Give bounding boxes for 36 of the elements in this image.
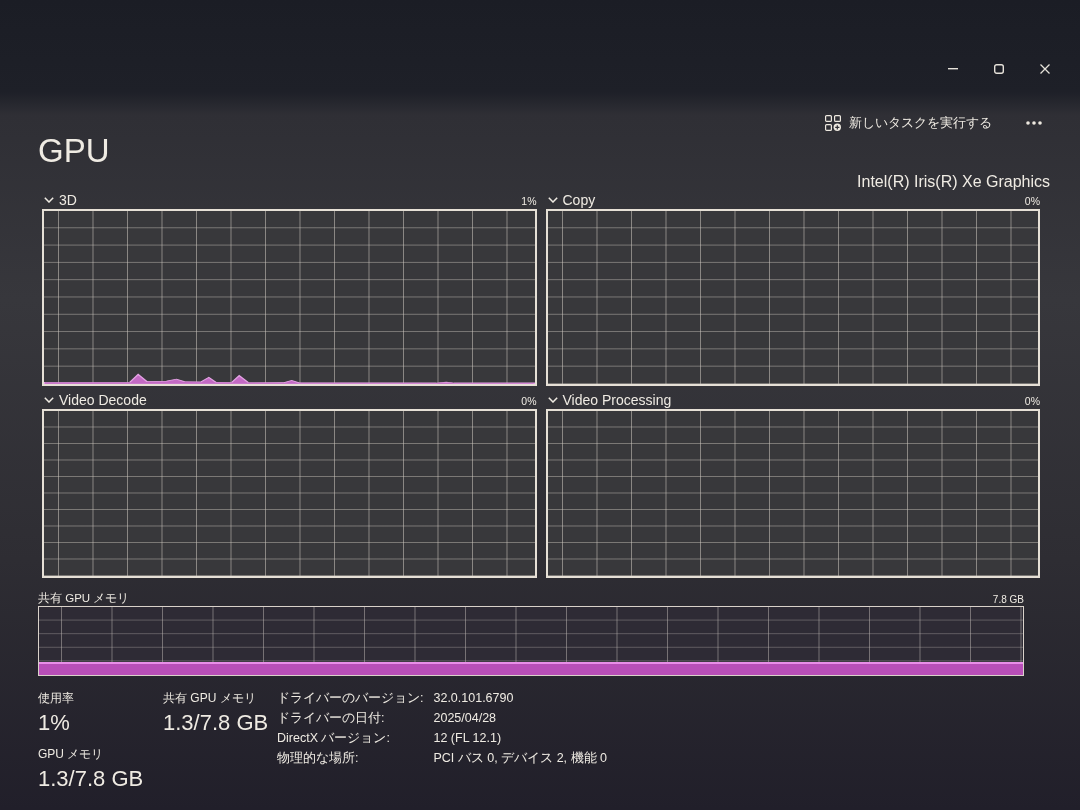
detail-value: 2025/04/28 bbox=[433, 710, 498, 726]
graph-max-label: 7.8 GB bbox=[992, 593, 1024, 606]
detail-value: 32.0.101.6790 bbox=[433, 690, 515, 706]
engine-reading: 0% bbox=[521, 394, 537, 409]
chevron-down-icon bbox=[44, 397, 54, 403]
engine-reading: 0% bbox=[1024, 394, 1040, 409]
stat-label: 共有 GPU メモリ bbox=[163, 690, 257, 706]
engine-dropdown[interactable]: Video Decode bbox=[42, 391, 149, 409]
engine-dropdown[interactable]: Copy bbox=[545, 191, 598, 209]
graph-label: 共有 GPU メモリ bbox=[38, 591, 130, 606]
detail-label: 物理的な場所: bbox=[277, 750, 360, 766]
detail-value: 12 (FL 12.1) bbox=[433, 730, 503, 746]
adapter-name: Intel(R) Iris(R) Xe Graphics bbox=[857, 172, 1050, 192]
stat-value: 1.3/7.8 GB bbox=[38, 765, 145, 792]
close-icon bbox=[1040, 64, 1050, 74]
maximize-icon bbox=[994, 64, 1004, 74]
engine-reading: 1% bbox=[521, 194, 537, 209]
detail-label: ドライバーの日付: bbox=[277, 710, 386, 726]
engine-reading: 0% bbox=[1024, 194, 1040, 209]
chevron-down-icon bbox=[547, 197, 558, 203]
run-task-button[interactable]: 新しいタスクを実行する bbox=[817, 108, 1000, 138]
engine-dropdown[interactable]: Video Processing bbox=[545, 391, 674, 409]
stat-value: 1% bbox=[38, 709, 71, 736]
detail-label: ドライバーのバージョン: bbox=[277, 690, 424, 706]
chevron-down-icon bbox=[547, 397, 558, 403]
engine-dropdown[interactable]: 3D bbox=[42, 191, 79, 209]
minimize-icon bbox=[948, 68, 958, 70]
page-title: GPU bbox=[38, 132, 110, 170]
grid-plus-icon bbox=[825, 115, 841, 131]
chevron-down-icon bbox=[44, 197, 54, 203]
stat-value: 1.3/7.8 GB bbox=[163, 709, 270, 736]
stat-label: GPU メモリ bbox=[38, 746, 105, 762]
detail-value: PCI バス 0, デバイス 2, 機能 0 bbox=[433, 750, 607, 766]
detail-label: DirectX バージョン: bbox=[277, 730, 391, 746]
more-icon bbox=[1026, 121, 1042, 125]
stat-label: 使用率 bbox=[38, 690, 75, 706]
